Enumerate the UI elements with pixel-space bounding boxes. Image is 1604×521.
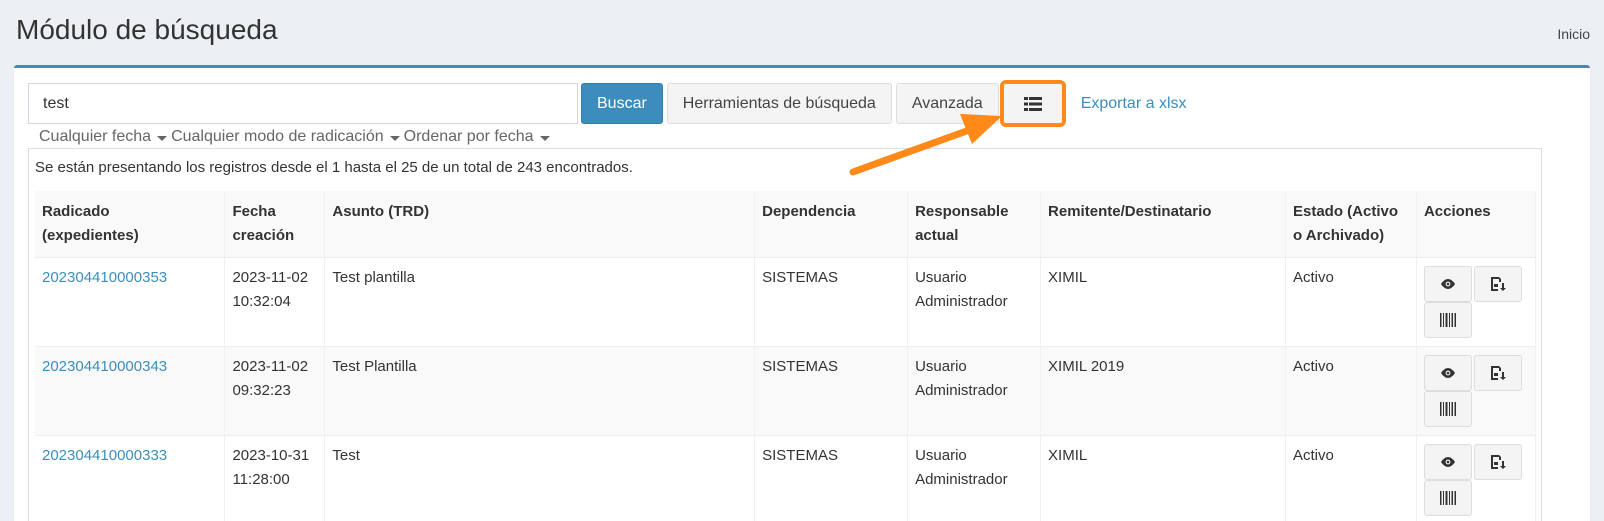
date-filter-label: Cualquier fecha	[39, 128, 152, 145]
barcode-icon	[1439, 491, 1456, 505]
header-estado[interactable]: Estado (Activo o Archivado)	[1285, 191, 1417, 258]
results-table: Radicado (expedientes) Fecha creación Asun…	[35, 191, 1537, 521]
header-remitente[interactable]: Remitente/Destinatario	[1040, 191, 1286, 258]
search-tools-button[interactable]: Herramientas de búsqueda	[666, 83, 892, 124]
responsable-cell: Usuario Administrador	[907, 346, 1042, 436]
caret-down-icon	[389, 136, 400, 141]
fecha-cell: 2023-11-02 09:32:23	[224, 346, 326, 436]
view-button[interactable]	[1423, 444, 1472, 480]
table-row: 202304410000333 2023-10-31 11:28:00 Test …	[35, 435, 1537, 521]
order-filter-label: Ordenar por fecha	[403, 128, 534, 145]
estado-cell: Activo	[1285, 435, 1417, 521]
export-xlsx-link[interactable]: Exportar a xlsx	[1081, 83, 1187, 124]
remitente-cell: XIMIL	[1040, 435, 1286, 521]
row-actions	[1423, 444, 1524, 516]
row-actions	[1423, 266, 1524, 338]
asunto-cell: Test plantilla	[324, 257, 756, 347]
advanced-search-button[interactable]: Avanzada	[895, 83, 999, 124]
view-button[interactable]	[1423, 355, 1472, 391]
save-export-button[interactable]	[1473, 355, 1522, 391]
save-export-button[interactable]	[1473, 444, 1522, 480]
fecha-cell: 2023-10-31 11:28:00	[224, 435, 326, 521]
radicado-link[interactable]: 202304410000343	[42, 358, 167, 375]
eye-icon	[1440, 368, 1455, 378]
save-export-icon	[1490, 366, 1506, 380]
save-export-icon	[1490, 277, 1506, 291]
list-view-button[interactable]	[999, 80, 1066, 127]
mode-filter-dropdown[interactable]: Cualquier modo de radicación	[171, 128, 400, 146]
barcode-button[interactable]	[1423, 480, 1472, 516]
barcode-button[interactable]	[1423, 391, 1472, 427]
search-input[interactable]	[28, 83, 578, 124]
remitente-cell: XIMIL	[1040, 257, 1286, 347]
barcode-icon	[1439, 402, 1456, 416]
estado-cell: Activo	[1285, 257, 1417, 347]
list-icon	[1023, 96, 1042, 111]
radicado-link[interactable]: 202304410000353	[42, 269, 167, 286]
header-acciones: Acciones	[1416, 191, 1537, 258]
table-row: 202304410000353 2023-11-02 10:32:04 Test …	[35, 257, 1537, 347]
view-button[interactable]	[1423, 266, 1472, 302]
eye-icon	[1440, 457, 1455, 467]
header-asunto[interactable]: Asunto (TRD)	[324, 191, 756, 258]
asunto-cell: Test Plantilla	[324, 346, 756, 436]
filter-bar: Cualquier fecha Cualquier modo de radica…	[39, 128, 554, 146]
row-actions	[1423, 355, 1524, 427]
buscar-button[interactable]: Buscar	[581, 83, 663, 124]
remitente-cell: XIMIL 2019	[1040, 346, 1286, 436]
page-title: Módulo de búsqueda	[16, 14, 278, 45]
breadcrumb-home-link[interactable]: Inicio	[1557, 26, 1590, 42]
header-radicado[interactable]: Radicado (expedientes)	[35, 191, 226, 258]
search-toolbar: Buscar Herramientas de búsqueda Avanzada…	[28, 80, 1187, 127]
asunto-cell: Test	[324, 435, 756, 521]
table-header-row: Radicado (expedientes) Fecha creación Asun…	[35, 191, 1537, 258]
header-dependencia[interactable]: Dependencia	[754, 191, 909, 258]
header-fecha[interactable]: Fecha creación	[224, 191, 326, 258]
dependencia-cell: SISTEMAS	[754, 435, 909, 521]
save-export-button[interactable]	[1473, 266, 1522, 302]
radicado-link[interactable]: 202304410000333	[42, 447, 167, 464]
eye-icon	[1440, 279, 1455, 289]
search-box: Buscar Herramientas de búsqueda Avanzada…	[14, 65, 1590, 521]
barcode-button[interactable]	[1423, 302, 1472, 338]
dependencia-cell: SISTEMAS	[754, 346, 909, 436]
results-panel: Se están presentando los registros desde…	[28, 148, 1542, 521]
results-summary: Se están presentando los registros desde…	[35, 159, 633, 176]
responsable-cell: Usuario Administrador	[907, 435, 1042, 521]
header-responsable[interactable]: Responsable actual	[907, 191, 1042, 258]
caret-down-icon	[539, 136, 550, 141]
fecha-cell: 2023-11-02 10:32:04	[224, 257, 326, 347]
order-filter-dropdown[interactable]: Ordenar por fecha	[404, 128, 550, 146]
mode-filter-label: Cualquier modo de radicación	[171, 128, 384, 145]
responsable-cell: Usuario Administrador	[907, 257, 1042, 347]
table-row: 202304410000343 2023-11-02 09:32:23 Test …	[35, 346, 1537, 436]
dependencia-cell: SISTEMAS	[754, 257, 909, 347]
barcode-icon	[1439, 313, 1456, 327]
save-export-icon	[1490, 455, 1506, 469]
caret-down-icon	[157, 136, 168, 141]
estado-cell: Activo	[1285, 346, 1417, 436]
date-filter-dropdown[interactable]: Cualquier fecha	[39, 128, 168, 146]
